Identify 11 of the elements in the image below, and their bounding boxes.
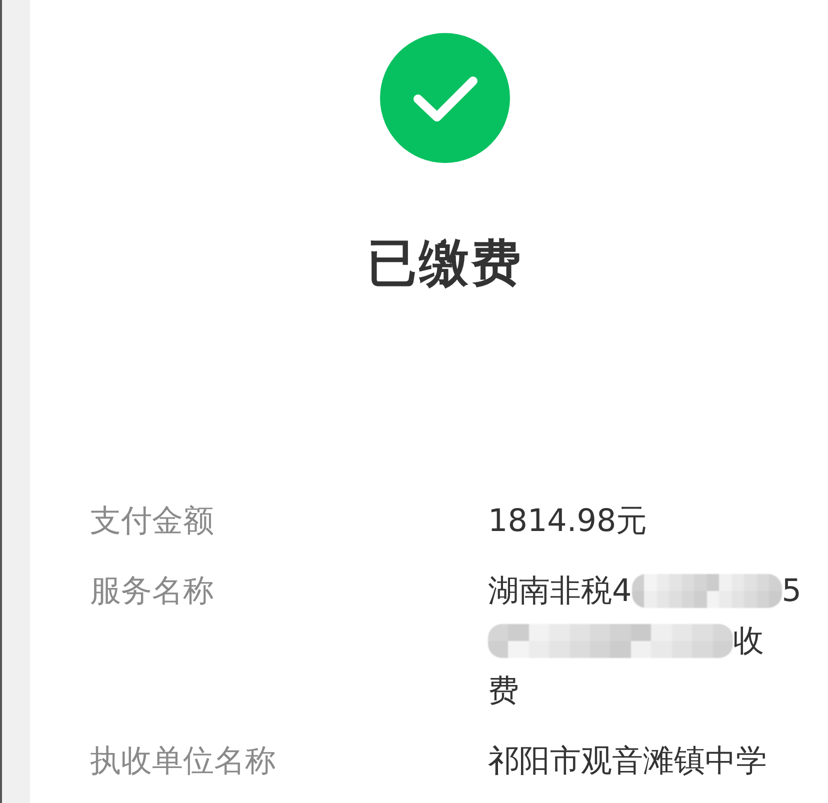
field-value: 费 (488, 672, 519, 711)
field-value: 1814.98元 (488, 502, 648, 541)
success-check-icon (380, 33, 510, 163)
field-value: 收 (733, 622, 764, 661)
field-value: 祁阳市观音滩镇中学 (488, 742, 767, 781)
field-label: 执收单位名称 (90, 742, 277, 781)
status-title: 已缴费 (367, 233, 523, 293)
field-label: 服务名称 (90, 572, 215, 611)
field-value: 湖南非税4 (488, 572, 632, 611)
field-label: 支付金额 (90, 502, 215, 541)
field-value: 5 (782, 572, 802, 611)
